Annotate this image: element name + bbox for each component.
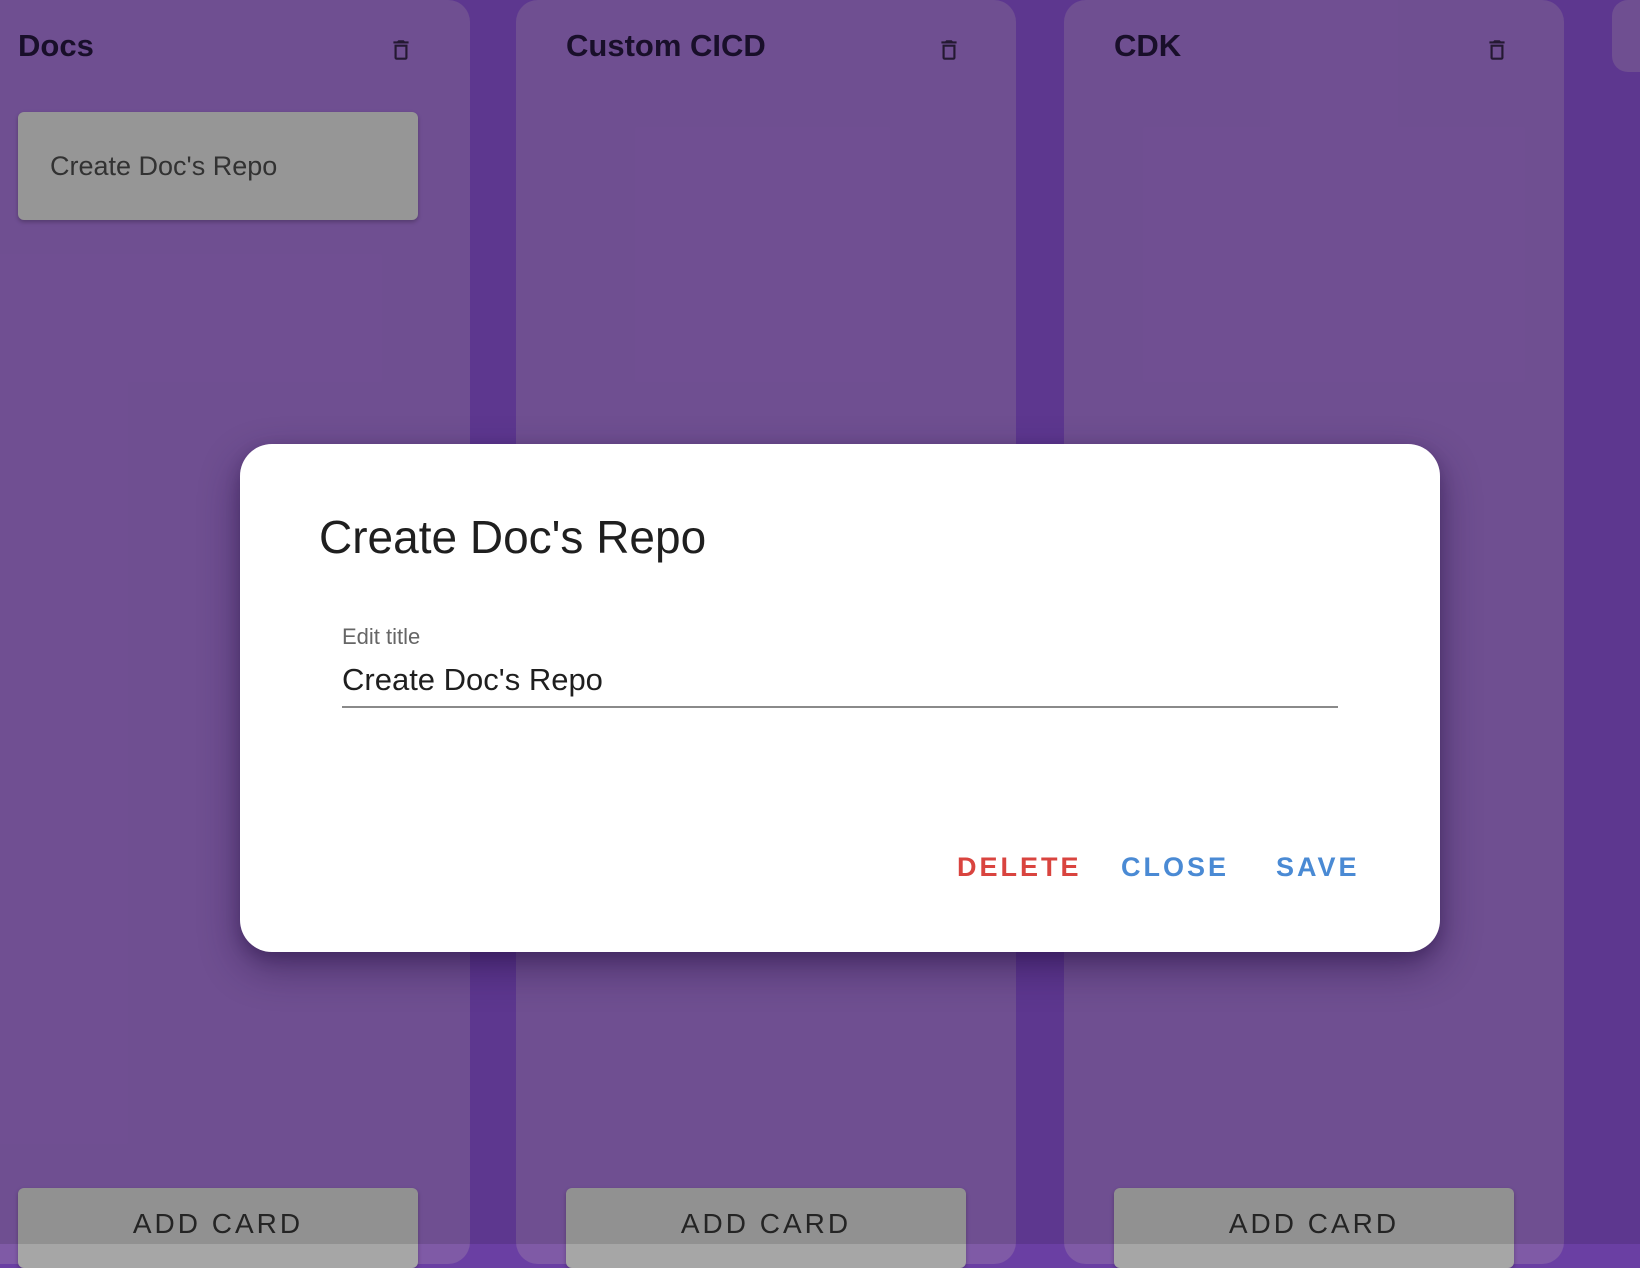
edit-card-dialog: Create Doc's Repo Edit title DELETE CLOS… [240,444,1440,952]
dialog-title: Create Doc's Repo [319,511,707,563]
delete-button[interactable]: DELETE [957,852,1082,883]
edit-title-label: Edit title [342,624,421,649]
close-button[interactable]: CLOSE [1121,852,1229,883]
edit-title-input[interactable] [342,654,1338,708]
save-button[interactable]: SAVE [1276,852,1360,883]
